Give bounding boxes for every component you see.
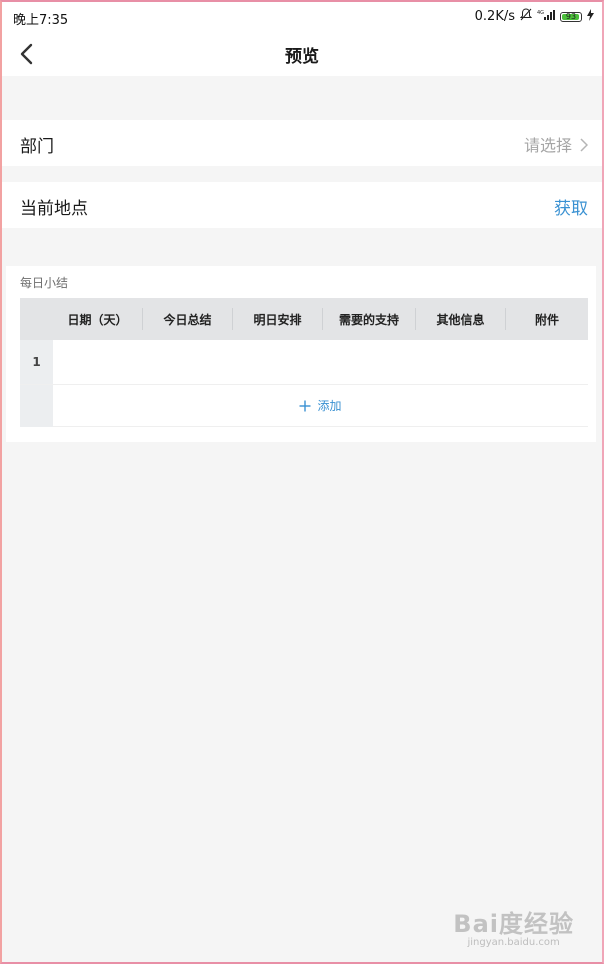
baidu-jingyan-watermark: Bai度经验 jingyan.baidu.com	[453, 904, 574, 948]
row-cells[interactable]	[53, 340, 588, 384]
charging-bolt-icon	[587, 8, 594, 25]
mute-bell-icon	[519, 8, 533, 25]
daily-summary-table: 日期（天） 今日总结 明日安排 需要的支持 其他信息 附件 1 添加	[20, 298, 588, 427]
status-time: 晚上7:35	[13, 13, 69, 28]
column-header-today-summary: 今日总结	[143, 308, 233, 330]
location-row: 当前地点 获取	[2, 182, 602, 228]
column-header-attachment: 附件	[534, 312, 559, 327]
table-row[interactable]: 1	[20, 340, 588, 385]
add-row-button[interactable]: 添加	[53, 385, 588, 427]
department-row[interactable]: 部门 请选择	[2, 120, 602, 166]
battery-level: 93	[565, 11, 577, 21]
get-location-button[interactable]: 获取	[554, 194, 588, 219]
signal-label: 4G	[537, 10, 544, 16]
daily-summary-card: 每日小结 日期（天） 今日总结 明日安排 需要的支持 其他信息 附件 1 添加	[6, 266, 596, 442]
status-indicators: 0.2K/s 4G 93	[475, 8, 594, 25]
column-header-other-info: 其他信息	[416, 308, 506, 330]
add-row-index	[20, 385, 53, 427]
department-select[interactable]: 请选择	[523, 132, 589, 156]
screen-frame: 晚上7:35 0.2K/s 4G 93 预览 部门 请选择 当前地点 获取 每日…	[0, 0, 604, 964]
column-header-support-needed: 需要的支持	[323, 308, 416, 330]
chevron-right-icon	[580, 137, 589, 152]
column-header-tomorrow-plan: 明日安排	[233, 308, 323, 330]
page-title: 预览	[285, 47, 319, 67]
network-speed: 0.2K/s	[474, 9, 515, 24]
title-bar: 预览	[2, 32, 602, 76]
index-column-header	[20, 298, 53, 340]
add-row-label: 添加	[317, 399, 342, 413]
row-index: 1	[20, 340, 53, 384]
table-header: 日期（天） 今日总结 明日安排 需要的支持 其他信息 附件	[20, 298, 588, 340]
daily-summary-title: 每日小结	[20, 276, 69, 290]
battery-icon: 93	[560, 11, 582, 22]
location-label: 当前地点	[20, 199, 88, 219]
department-placeholder: 请选择	[523, 136, 572, 155]
department-label: 部门	[20, 137, 54, 157]
watermark-logo: Bai度经验	[453, 910, 574, 938]
status-bar: 晚上7:35 0.2K/s 4G 93	[2, 2, 602, 32]
add-row: 添加	[20, 385, 588, 427]
column-header-date: 日期（天）	[53, 308, 143, 330]
plus-icon	[299, 400, 311, 412]
signal-icon: 4G	[537, 9, 555, 25]
watermark-url: jingyan.baidu.com	[467, 937, 560, 948]
